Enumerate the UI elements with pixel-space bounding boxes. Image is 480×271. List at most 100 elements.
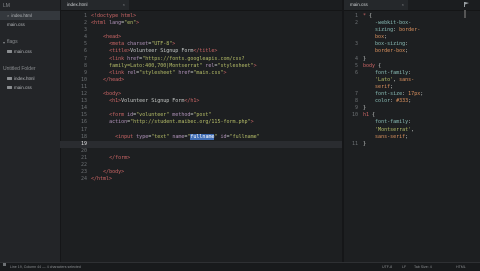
code-line[interactable]: </head> <box>91 77 260 84</box>
code-line[interactable]: <body> <box>91 91 260 98</box>
code-line[interactable]: 'Montserrat', <box>363 127 423 134</box>
code-token: </h1> <box>184 98 200 105</box>
line-number: 16 <box>80 119 87 126</box>
sidebar-file-index-html[interactable]: × index.html <box>0 11 60 20</box>
code-line[interactable]: <link rel="stylesheet" href="main.css"> <box>91 70 260 77</box>
flag-icon[interactable] <box>463 1 470 8</box>
code-line[interactable]: -webkit-box- <box>363 20 423 27</box>
code-line[interactable] <box>91 84 260 91</box>
code-editor-css[interactable]: * { -webkit-box- sizing: border- box; bo… <box>363 13 423 148</box>
selected-text: fullname <box>190 133 215 140</box>
code-token: #333 <box>396 98 409 105</box>
code-line[interactable]: <form id="volunteer" method="post" <box>91 112 260 119</box>
code-line[interactable]: * { <box>363 13 423 20</box>
code-token: > <box>253 62 257 69</box>
code-token: border- <box>399 27 421 34</box>
tab-index-html[interactable]: index.html × <box>61 0 129 10</box>
code-line[interactable]: body { <box>363 63 423 70</box>
code-line[interactable]: <title>Volunteer Signup Form</title> <box>91 48 260 55</box>
line-number: 23 <box>80 169 87 176</box>
code-line[interactable]: </form> <box>91 155 260 162</box>
code-token: rel <box>127 69 137 76</box>
line-number: 2 <box>354 20 358 27</box>
code-token: ; <box>405 133 409 140</box>
line-number: 10 <box>80 76 87 83</box>
line-number: 9 <box>354 105 358 112</box>
code-token: > <box>136 20 140 27</box>
code-line[interactable]: border-box; <box>363 48 423 55</box>
code-token: <meta <box>109 41 128 48</box>
code-token: "post" <box>193 112 212 119</box>
code-line[interactable]: } <box>363 56 423 63</box>
close-icon[interactable]: × <box>7 11 9 20</box>
sidebar-file-main-css-2[interactable]: main.css <box>0 47 60 56</box>
code-editor-html[interactable]: <!doctype html> <html lang="en"> <head> <… <box>91 13 260 183</box>
close-icon[interactable]: × <box>402 0 404 10</box>
code-line[interactable] <box>91 27 260 34</box>
code-line[interactable]: <!doctype html> <box>91 13 260 20</box>
code-line[interactable]: serif; <box>363 84 423 91</box>
line-number: 4 <box>354 55 358 62</box>
line-number <box>336 119 358 126</box>
sidebar-file-main-css-3[interactable]: main.css <box>0 83 60 92</box>
code-line[interactable]: sans-serif; <box>363 134 423 141</box>
code-line[interactable] <box>91 127 260 134</box>
line-number: 11 <box>80 83 87 90</box>
line-number: 10 <box>351 112 358 119</box>
code-line[interactable]: <link href="https://fonts.googleapis.com… <box>91 56 260 63</box>
code-token: <body> <box>103 91 122 98</box>
line-number <box>336 134 358 141</box>
code-line[interactable]: family=Lato:400,700|Montserrat" rel="sty… <box>91 63 260 70</box>
code-line[interactable] <box>91 105 260 112</box>
code-line[interactable] <box>91 148 260 155</box>
code-line[interactable]: color: #333; <box>363 98 423 105</box>
code-line[interactable]: 'Lato', sans- <box>363 77 423 84</box>
sidebar-file-label: main.css <box>14 49 32 54</box>
code-line[interactable]: sizing: border- <box>363 27 423 34</box>
code-line[interactable]: } <box>363 141 423 148</box>
code-line[interactable]: <h1>Volunteer Signup Form</h1> <box>91 98 260 105</box>
code-line[interactable]: h1 { <box>363 112 423 119</box>
code-token: href <box>127 55 140 62</box>
code-line[interactable] <box>91 141 260 148</box>
sidebar-file-main-css[interactable]: main.css <box>0 20 60 29</box>
line-number <box>336 77 358 84</box>
code-line[interactable]: action="http://student.maibec.org/115-fo… <box>91 119 260 126</box>
line-number: 2 <box>83 20 87 27</box>
code-token: -webkit-box- <box>375 20 412 27</box>
sidebar-file-index-html-2[interactable]: index.html <box>0 74 60 83</box>
code-line[interactable]: font-family: <box>363 70 423 77</box>
code-line[interactable]: </body> <box>91 169 260 176</box>
code-line[interactable]: <input type="text" name="fullname" id="f… <box>91 133 260 141</box>
code-line[interactable]: font-size: 17px; <box>363 91 423 98</box>
line-number: 22 <box>80 161 87 168</box>
code-line[interactable]: <html lang="en"> <box>91 20 260 27</box>
code-line[interactable]: } <box>363 105 423 112</box>
code-line[interactable]: <head> <box>91 34 260 41</box>
line-number-gutter: 12 3 456 7 8 9 10 11 <box>336 13 358 148</box>
code-token: { <box>369 13 373 19</box>
sidebar-folder-flags[interactable]: ▾ flags <box>0 38 60 47</box>
sidebar-folder-untitled[interactable]: Untitled Folder <box>0 65 60 74</box>
code-line[interactable]: box-sizing: <box>363 41 423 48</box>
code-line[interactable]: </html> <box>91 176 260 183</box>
line-number: 7 <box>83 55 87 62</box>
code-line[interactable]: font-family: <box>363 119 423 126</box>
tab-main-css[interactable]: main.css × <box>344 0 408 10</box>
code-line[interactable]: box; <box>363 34 423 41</box>
scrollbar-thumb[interactable] <box>464 10 466 18</box>
close-icon[interactable]: × <box>123 0 125 10</box>
code-token: h1 <box>363 112 373 119</box>
line-number: 20 <box>80 147 87 154</box>
line-number <box>336 48 358 55</box>
code-token: ; <box>408 98 412 105</box>
code-line[interactable]: <meta charset="UTF-8"> <box>91 41 260 48</box>
code-line[interactable] <box>91 162 260 169</box>
